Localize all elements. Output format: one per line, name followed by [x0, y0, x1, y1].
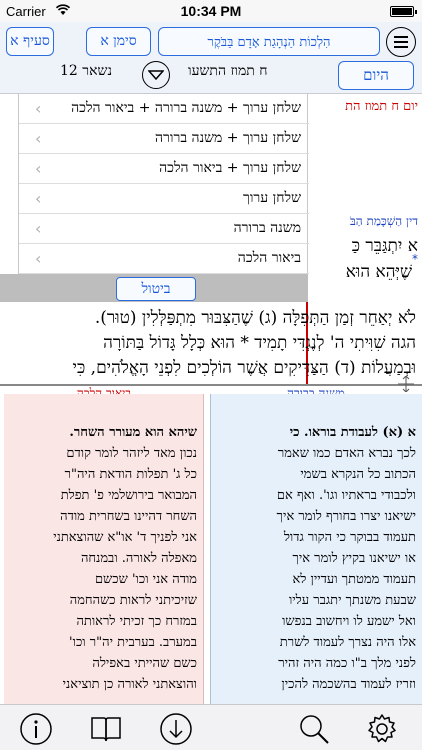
- bh-line: השחר דהיינו בשחרית מודה: [60, 509, 197, 524]
- seif-button[interactable]: סעיף א: [6, 27, 54, 56]
- mishna-berura-text: א (א) לעבודת בוראו. כי לכך נברא האדם כמו…: [217, 422, 416, 695]
- bh-line: שזיכיתני לראות כשהחמה: [69, 593, 197, 608]
- main-body-text: לֹא יְאַחֵר זְמַן הַתְּפִלָּה (ג) שֶׁהַצ…: [8, 306, 417, 381]
- download-icon[interactable]: [158, 711, 194, 747]
- main-line-1: א יִתְגַּבֵּר כַּ: [351, 236, 418, 256]
- bh-line: והוצאתני לאורה כן תוציאני: [62, 677, 197, 692]
- section-subheading: דין הַשְׁכָּמַת הַבֹּ: [350, 214, 418, 228]
- cancel-button[interactable]: ביטול: [116, 277, 196, 301]
- bh-line: אני לפניך ד' או"א שהוצאתני: [53, 530, 197, 545]
- chevron-left-icon: ‹: [35, 189, 42, 208]
- star-marker: *: [412, 252, 418, 266]
- bh-line: מאפלה לאורה. ובמנחה: [80, 551, 197, 566]
- bh-line: כל ג' תפלות הודאת היה"ר: [64, 467, 197, 482]
- mb-line: ישיאנו יצרו בחורף לומר איך: [276, 509, 416, 524]
- mb-line: ואל ישמע לו ויחשוב בנפשו: [282, 614, 416, 629]
- main-line-5: וּבְמַעֲלוֹת (ד) הַצַּדִּיקִים אֲשֶׁר הו…: [72, 358, 417, 378]
- chevron-left-icon: ‹: [35, 159, 42, 178]
- menu-item-all[interactable]: ‹ שלחן ערוך + משנה ברורה + ביאור הלכה: [19, 94, 309, 124]
- bh-line: במזרח כך זכיתי לראותה: [76, 614, 197, 629]
- chevron-left-icon: ‹: [35, 99, 42, 118]
- mb-line: אלו היה נצרך לעמוד לשרת: [279, 635, 416, 650]
- gear-icon[interactable]: [364, 711, 400, 747]
- main-line-2: שֶׁיְּהֵא הוּא: [345, 262, 412, 282]
- chevron-down-icon[interactable]: [142, 61, 170, 89]
- bh-line: המבואר בירושלמי פ' תפלת: [60, 488, 197, 503]
- menu-item-sa[interactable]: ‹ שלחן ערוך: [19, 184, 309, 214]
- bottom-tab-bar: [0, 704, 422, 750]
- day-heading: יום ח תמוז הת: [345, 99, 418, 114]
- remaining-count: נשאר 12: [60, 63, 113, 79]
- bh-line: כשם שהייתי באפילה: [92, 656, 197, 671]
- top-toolbar: סעיף א סימן א הִלְכוֹת הַנְהָגַת אָדָם ב…: [0, 22, 422, 94]
- chevron-left-icon: ‹: [35, 219, 42, 238]
- status-bar: Carrier 10:34 PM: [0, 0, 422, 22]
- bh-line: נכון מאד ליזהר לומר קודם: [66, 446, 197, 461]
- book-icon[interactable]: [88, 711, 124, 747]
- menu-item-sa-bh[interactable]: ‹ שלחן ערוך + ביאור הלכה: [19, 154, 309, 184]
- mb-line: תעמוד בבוקר כי הקור גדול: [283, 530, 416, 545]
- clock: 10:34 PM: [180, 3, 242, 19]
- mb-line: לפני מלך ב"ו כמה היה זהיר: [278, 656, 416, 671]
- mb-line: א (א) לעבודת בוראו. כי: [289, 425, 416, 440]
- main-line-3: לֹא יְאַחֵר זְמַן הַתְּפִלָּה (ג) שֶׁהַצ…: [94, 308, 416, 328]
- layout-options-menu: ‹ שלחן ערוך + משנה ברורה + ביאור הלכה ‹ …: [18, 94, 309, 274]
- today-button[interactable]: היום: [338, 61, 414, 90]
- biur-halacha-column[interactable]: שיהא הוא מעורר השחר. נכון מאד ליזהר לומר…: [4, 394, 204, 704]
- bh-line: שיהא הוא מעורר השחר.: [69, 425, 197, 440]
- chevron-left-icon: ‹: [35, 249, 42, 268]
- hebrew-date: ח תמוז התשעו: [188, 63, 268, 79]
- info-icon[interactable]: [18, 711, 54, 747]
- menu-item-mb[interactable]: ‹ משנה ברורה: [19, 214, 309, 244]
- main-line-4: הגה שִׁוִּיתִי ה' לְנֶגְדִּי תָמִיד * הו…: [103, 333, 416, 353]
- mb-line: וזריז לעמוד בהשכמה להכין: [281, 677, 416, 692]
- chevron-left-icon: ‹: [35, 129, 42, 148]
- mb-line: או ישיאנו בקיץ לומר איך: [292, 551, 416, 566]
- cancel-bar: ביטול: [0, 274, 308, 302]
- mb-line: שבעת משנתך יתגבר עליו: [288, 593, 416, 608]
- siman-button[interactable]: סימן א: [86, 27, 151, 56]
- battery-icon: [390, 6, 417, 17]
- bh-line: במערב. בערבית יה"ר וכו': [69, 635, 197, 650]
- mb-line: הכתוב כל הנקרא בשמי: [300, 467, 416, 482]
- mb-line: לכך נברא האדם כמו שאמר: [277, 446, 416, 461]
- mishna-berura-column[interactable]: א (א) לעבודת בוראו. כי לכך נברא האדם כמו…: [210, 394, 422, 704]
- halacha-title-button[interactable]: הִלְכוֹת הַנְהָגַת אָדָם בַּבֹּקֶר: [158, 27, 380, 56]
- menu-icon[interactable]: [386, 27, 416, 57]
- menu-item-bh[interactable]: ‹ ביאור הלכה: [19, 244, 309, 274]
- mb-line: תעמוד ממטתך ועדיין לא: [292, 572, 417, 587]
- menu-item-sa-mb[interactable]: ‹ שלחן ערוך + משנה ברורה: [19, 124, 309, 154]
- mb-line: ולכבודי בראתיו וגו'. ואף אם: [276, 488, 416, 503]
- biur-halacha-text: שיהא הוא מעורר השחר. נכון מאד ליזהר לומר…: [10, 422, 197, 695]
- bh-line: מודה אני וכו' שכשם: [94, 572, 197, 587]
- search-icon[interactable]: [296, 711, 332, 747]
